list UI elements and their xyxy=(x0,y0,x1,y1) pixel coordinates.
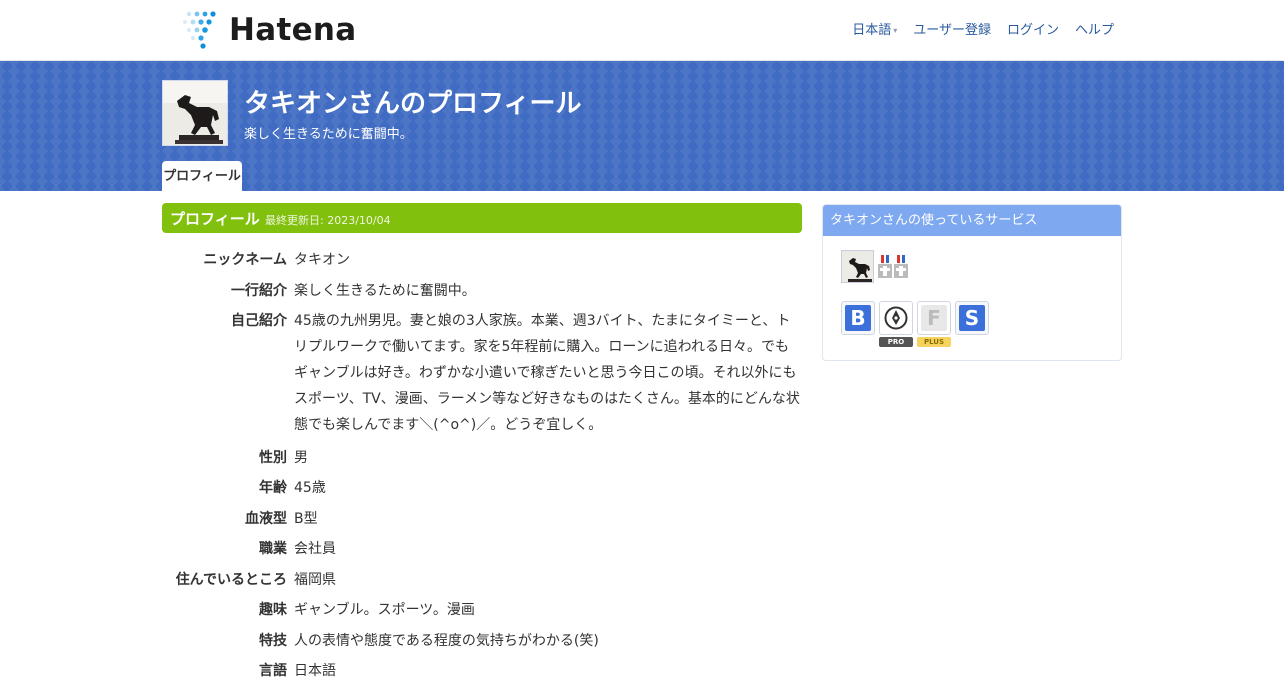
fotolife-icon: F xyxy=(921,305,947,331)
logo-text: Hatena xyxy=(229,12,357,48)
pro-badge: PRO xyxy=(879,337,913,347)
blog-service-button[interactable] xyxy=(879,301,913,335)
star-service-button[interactable]: S xyxy=(955,301,989,335)
profile-row: 自己紹介 45歳の九州男児。妻と娘の3人家族。本業、週3バイト、たまにタイミーと… xyxy=(162,311,802,438)
profile-row: 職業 会社員 xyxy=(162,539,802,560)
services-panel-title: タキオンさんの使っているサービス xyxy=(823,205,1121,236)
language-selector[interactable]: 日本語 ▾ xyxy=(852,22,897,40)
profile-value: 男 xyxy=(294,449,308,466)
profile-value: 福岡県 xyxy=(294,571,336,588)
profile-value: B型 xyxy=(294,510,318,527)
profile-key: 一行紹介 xyxy=(231,282,287,299)
help-link[interactable]: ヘルプ xyxy=(1075,22,1114,40)
horse-statue-icon xyxy=(842,251,873,282)
profile-key: 血液型 xyxy=(245,510,287,527)
page-subtitle: 楽しく生きるために奮闘中。 xyxy=(244,127,413,142)
profile-value: 45歳の九州男児。妻と娘の3人家族。本業、週3バイト、たまにタイミーと、トリプル… xyxy=(294,313,800,433)
profile-section-header: プロフィール 最終更新日: 2023/10/04 xyxy=(162,203,802,233)
profile-row: 住んでいるところ 福岡県 xyxy=(162,570,802,591)
profile-row: 言語 日本語 xyxy=(162,661,802,680)
services-panel: タキオンさんの使っているサービス B PRO F PLUS S xyxy=(822,204,1122,361)
hatena-logo-icon xyxy=(183,11,216,49)
signup-link[interactable]: ユーザー登録 xyxy=(913,22,991,40)
profile-value: 楽しく生きるために奮闘中。 xyxy=(294,282,476,299)
top-nav: 日本語 ▾ ユーザー登録 ログイン ヘルプ xyxy=(852,22,1114,40)
profile-value: 人の表情や態度である程度の気持ちがわかる(笑) xyxy=(294,632,599,649)
profile-banner: タキオンさんのプロフィール 楽しく生きるために奮闘中。 プロフィール xyxy=(0,61,1284,191)
profile-row: 性別 男 xyxy=(162,448,802,469)
medal-icon xyxy=(894,255,908,278)
avatar[interactable] xyxy=(162,80,228,146)
login-link[interactable]: ログイン xyxy=(1007,22,1059,40)
profile-row: 趣味 ギャンブル。スポーツ。漫画 xyxy=(162,600,802,621)
site-header: Hatena 日本語 ▾ ユーザー登録 ログイン ヘルプ xyxy=(0,0,1284,61)
profile-value: 日本語 xyxy=(294,663,336,679)
profile-key: 性別 xyxy=(259,449,287,466)
blog-icon xyxy=(884,306,908,330)
plus-badge: PLUS xyxy=(917,337,951,347)
profile-key: 住んでいるところ xyxy=(175,571,287,588)
chevron-down-icon: ▾ xyxy=(893,26,898,35)
profile-table: ニックネーム タキオン 一行紹介 楽しく生きるために奮闘中。 自己紹介 45歳の… xyxy=(162,250,802,680)
profile-row: 一行紹介 楽しく生きるために奮闘中。 xyxy=(162,281,802,302)
page-title: タキオンさんのプロフィール xyxy=(244,89,582,119)
profile-key: 年齢 xyxy=(259,480,287,496)
medal-icon xyxy=(878,255,892,278)
profile-key: ニックネーム xyxy=(203,252,287,268)
profile-key: 特技 xyxy=(259,632,287,649)
hatena-logo[interactable]: Hatena xyxy=(181,11,356,49)
profile-row: 年齢 45歳 xyxy=(162,478,802,499)
profile-row: 血液型 B型 xyxy=(162,509,802,530)
star-icon: S xyxy=(959,305,985,331)
profile-value: 45歳 xyxy=(294,480,326,496)
tab-profile[interactable]: プロフィール xyxy=(162,161,242,191)
profile-row: 特技 人の表情や態度である程度の気持ちがわかる(笑) xyxy=(162,631,802,652)
section-title: プロフィール xyxy=(170,210,260,228)
profile-value: 会社員 xyxy=(294,541,336,557)
profile-value: タキオン xyxy=(294,252,350,268)
horse-statue-icon xyxy=(163,81,227,145)
profile-key: 言語 xyxy=(259,663,287,679)
language-label: 日本語 xyxy=(852,23,892,38)
profile-key: 自己紹介 xyxy=(231,313,287,329)
last-updated: 最終更新日: 2023/10/04 xyxy=(265,214,391,227)
bookmark-icon: B xyxy=(845,305,871,331)
fotolife-service-button[interactable]: F xyxy=(917,301,951,335)
profile-key: 職業 xyxy=(259,541,287,557)
profile-value: ギャンブル。スポーツ。漫画 xyxy=(294,602,475,618)
profile-key: 趣味 xyxy=(259,602,287,618)
bookmark-service-button[interactable]: B xyxy=(841,301,875,335)
avatar-small[interactable] xyxy=(841,250,874,283)
profile-row: ニックネーム タキオン xyxy=(162,250,802,271)
